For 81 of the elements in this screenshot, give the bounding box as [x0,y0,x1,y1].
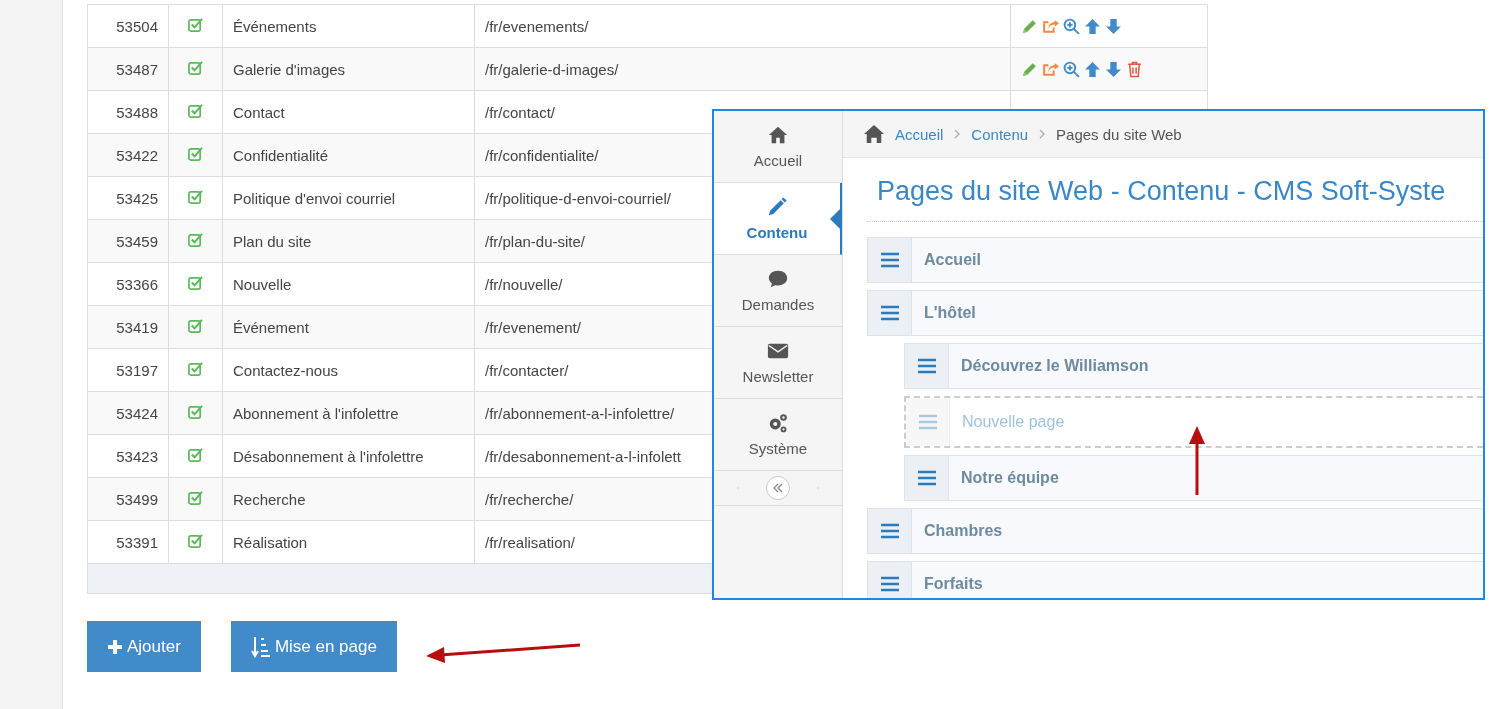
sidebar-item[interactable]: Newsletter [714,327,842,399]
title-cell: Recherche [222,477,475,521]
page-tree-item[interactable]: Accueil [867,237,1483,283]
checked-box-icon[interactable] [188,189,203,204]
id-cell: 53419 [87,305,169,349]
id-cell: 53197 [87,348,169,392]
breadcrumb-current: Pages du site Web [1056,125,1182,143]
pointer-icon [830,207,842,231]
title-cell: Plan du site [222,219,475,263]
id-cell: 53459 [87,219,169,263]
annotation-arrow [1189,426,1205,495]
sort-icon [250,635,271,658]
chevron-icon [953,128,962,140]
checked-box-icon[interactable] [188,490,203,505]
arrow-down-icon[interactable] [1105,17,1122,35]
id-cell: 53424 [87,391,169,435]
title-cell: Réalisation [222,520,475,564]
drag-handle-icon[interactable] [879,252,900,268]
pencil-icon[interactable] [1021,17,1038,35]
title-cell: Politique d'envoi courriel [222,176,475,220]
sidebar-item[interactable]: Contenu [714,183,842,255]
chevron-icon [1038,128,1047,140]
arrow-up-icon[interactable] [1084,60,1101,78]
page-tree-item[interactable]: Découvrez le Williamson [904,343,1483,389]
drag-handle-icon[interactable] [916,470,937,486]
layout-button[interactable]: Mise en page [230,621,397,672]
arrow-up-icon[interactable] [1084,17,1101,35]
id-cell: 53499 [87,477,169,521]
sidebar-item[interactable]: Demandes [714,255,842,327]
add-button[interactable]: Ajouter [87,621,201,672]
title-cell: Désabonnement à l'infolettre [222,434,475,478]
id-cell: 53391 [87,520,169,564]
checked-box-icon[interactable] [188,17,203,32]
drag-handle-icon[interactable] [879,305,900,321]
title-cell: Événements [222,4,475,48]
page-tree-item[interactable]: L'hôtel [867,290,1483,336]
home-icon [766,124,790,146]
double-chevron-icon[interactable] [772,482,784,494]
id-cell: 53423 [87,434,169,478]
zoom-in-icon[interactable] [1063,60,1080,78]
checked-box-icon[interactable] [188,404,203,419]
id-cell: 53504 [87,4,169,48]
checked-box-icon[interactable] [188,318,203,333]
page-tree-item[interactable]: Notre équipe [904,455,1483,501]
checked-box-icon[interactable] [188,60,203,75]
drag-handle-icon[interactable] [917,414,938,430]
id-cell: 53422 [87,133,169,177]
plus-icon [107,638,123,655]
id-cell: 53487 [87,47,169,91]
checked-box-icon[interactable] [188,232,203,247]
id-cell: 53488 [87,90,169,134]
drag-handle-icon[interactable] [879,576,900,592]
title-cell: Abonnement à l'infolettre [222,391,475,435]
title-cell: Contactez-nous [222,348,475,392]
id-cell: 53425 [87,176,169,220]
title-cell: Nouvelle [222,262,475,306]
id-cell: 53366 [87,262,169,306]
checked-box-icon[interactable] [188,146,203,161]
page-tree-item[interactable]: Forfaits [867,561,1483,598]
title-cell: Confidentialité [222,133,475,177]
checked-box-icon[interactable] [188,447,203,462]
home-icon[interactable] [863,124,885,144]
path-cell: /fr/galerie-d-images/ [474,47,1011,91]
title-cell: Contact [222,90,475,134]
trash-icon[interactable] [1126,60,1143,78]
checked-box-icon[interactable] [188,533,203,548]
title-cell: Événement [222,305,475,349]
zoom-in-icon[interactable] [1063,17,1080,35]
drag-handle-icon[interactable] [916,358,937,374]
arrow-down-icon[interactable] [1105,60,1122,78]
pencil-icon[interactable] [1021,60,1038,78]
speech-bubble-icon [766,268,790,290]
page-tree-item[interactable]: Chambres [867,508,1483,554]
drop-placeholder[interactable]: Nouvelle page [904,396,1483,448]
drag-handle-icon[interactable] [879,523,900,539]
checked-box-icon[interactable] [188,103,203,118]
title-cell: Galerie d'images [222,47,475,91]
path-cell: /fr/evenements/ [474,4,1011,48]
checked-box-icon[interactable] [188,361,203,376]
sidebar-item[interactable]: Système [714,399,842,471]
checked-box-icon[interactable] [188,275,203,290]
